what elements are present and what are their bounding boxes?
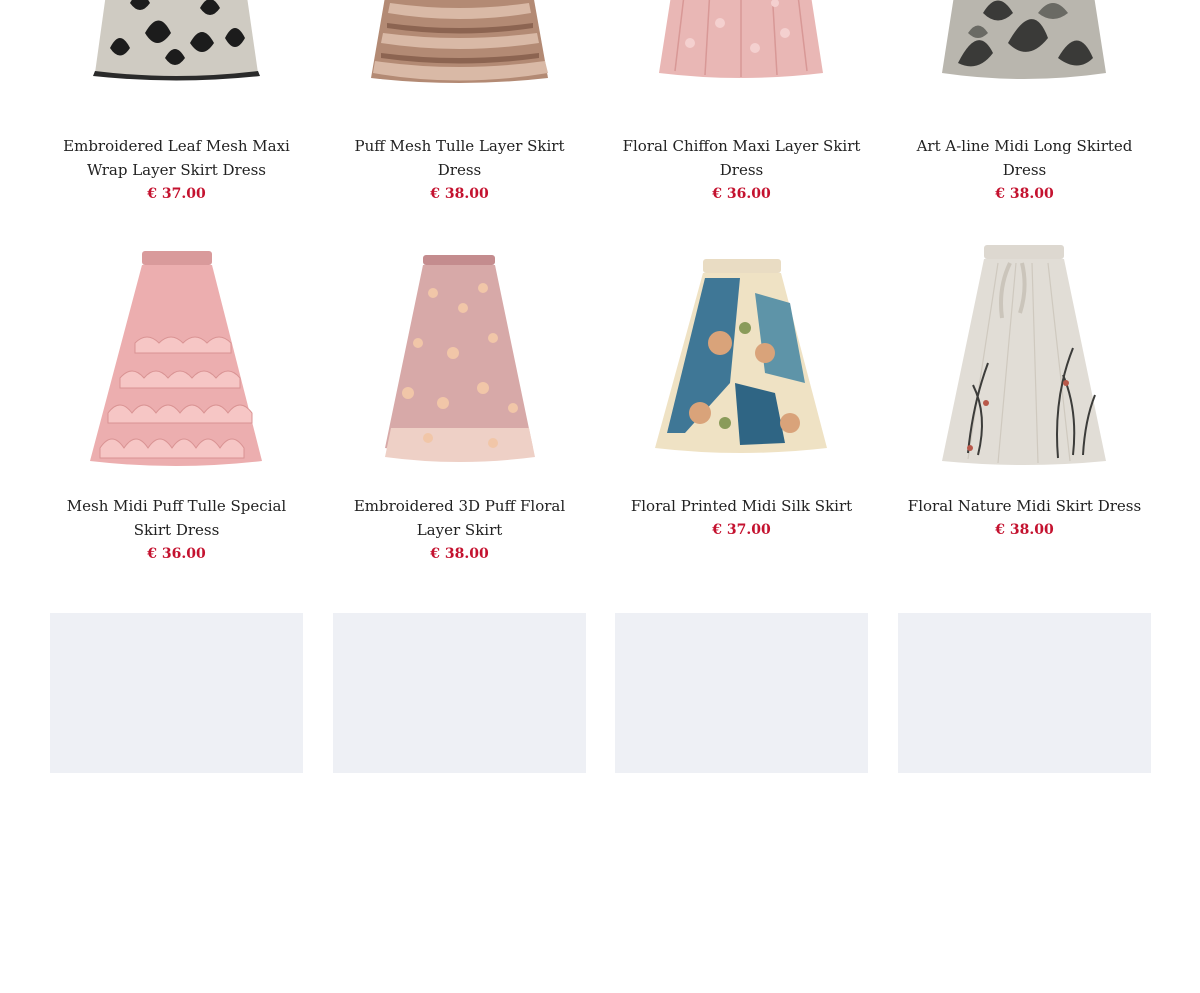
- product-price: € 38.00: [430, 546, 489, 562]
- product-card[interactable]: Art A-line Midi Long Skirted Dress € 38.…: [898, 0, 1151, 206]
- product-title[interactable]: Mesh Midi Puff Tulle Special Skirt Dress: [50, 494, 303, 542]
- product-row: Embroidered Leaf Mesh Maxi Wrap Layer Sk…: [50, 0, 1150, 253]
- product-image[interactable]: [50, 0, 303, 126]
- image-placeholder[interactable]: [898, 613, 1151, 773]
- product-price: € 37.00: [712, 522, 771, 538]
- product-title[interactable]: Art A-line Midi Long Skirted Dress: [898, 134, 1151, 182]
- product-image[interactable]: [50, 233, 303, 486]
- product-image[interactable]: [615, 233, 868, 486]
- product-card[interactable]: Mesh Midi Puff Tulle Special Skirt Dress…: [50, 233, 303, 566]
- product-row: Mesh Midi Puff Tulle Special Skirt Dress…: [50, 233, 1150, 613]
- product-row: [50, 613, 1151, 993]
- product-title[interactable]: Floral Nature Midi Skirt Dress: [898, 494, 1151, 518]
- product-card[interactable]: Embroidered Leaf Mesh Maxi Wrap Layer Sk…: [50, 0, 303, 206]
- product-image[interactable]: [898, 0, 1151, 126]
- product-price: € 38.00: [995, 522, 1054, 538]
- product-image[interactable]: [333, 0, 586, 126]
- product-price: € 37.00: [147, 186, 206, 202]
- product-card[interactable]: Floral Chiffon Maxi Layer Skirt Dress € …: [615, 0, 868, 206]
- product-price: € 38.00: [430, 186, 489, 202]
- product-card[interactable]: [50, 613, 303, 773]
- image-placeholder[interactable]: [333, 613, 586, 773]
- product-image[interactable]: [615, 0, 868, 126]
- product-title[interactable]: Floral Printed Midi Silk Skirt: [615, 494, 868, 518]
- product-card[interactable]: Embroidered 3D Puff Floral Layer Skirt €…: [333, 233, 586, 566]
- image-placeholder[interactable]: [615, 613, 868, 773]
- product-card[interactable]: [333, 613, 586, 773]
- product-image[interactable]: [333, 233, 586, 486]
- product-title[interactable]: Floral Chiffon Maxi Layer Skirt Dress: [615, 134, 868, 182]
- product-price: € 36.00: [712, 186, 771, 202]
- image-placeholder[interactable]: [50, 613, 303, 773]
- product-card[interactable]: Floral Printed Midi Silk Skirt € 37.00: [615, 233, 868, 542]
- product-card[interactable]: [898, 613, 1151, 773]
- product-card[interactable]: [615, 613, 868, 773]
- product-title[interactable]: Puff Mesh Tulle Layer Skirt Dress: [333, 134, 586, 182]
- product-card[interactable]: Floral Nature Midi Skirt Dress € 38.00: [898, 233, 1151, 542]
- product-price: € 36.00: [147, 546, 206, 562]
- product-title[interactable]: Embroidered Leaf Mesh Maxi Wrap Layer Sk…: [50, 134, 303, 182]
- product-card[interactable]: Puff Mesh Tulle Layer Skirt Dress € 38.0…: [333, 0, 586, 206]
- product-price: € 38.00: [995, 186, 1054, 202]
- product-image[interactable]: [898, 233, 1151, 486]
- product-title[interactable]: Embroidered 3D Puff Floral Layer Skirt: [333, 494, 586, 542]
